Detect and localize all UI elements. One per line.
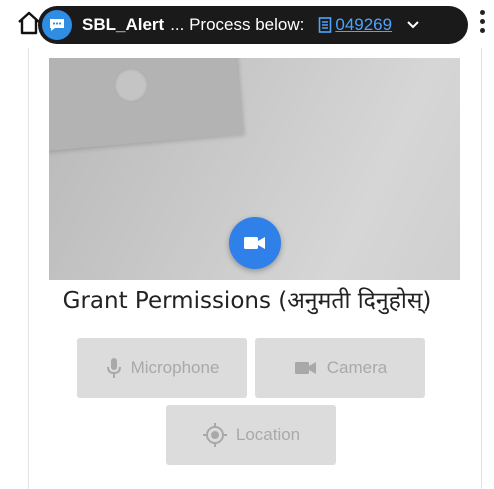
- microphone-icon: [106, 358, 121, 378]
- notification-bubble[interactable]: SBL_Alert ... Process below: 049269: [38, 6, 468, 44]
- videocam-icon: [294, 362, 316, 374]
- camera-label: Camera: [326, 358, 388, 377]
- preview-paper-object: [49, 58, 243, 152]
- videocam-icon: [244, 237, 265, 249]
- chevron-down-icon[interactable]: [406, 20, 420, 30]
- location-label: Location: [235, 425, 301, 444]
- notification-link[interactable]: 049269: [335, 15, 392, 35]
- microphone-label: Microphone: [130, 358, 220, 377]
- microphone-button[interactable]: Microphone: [77, 338, 247, 398]
- notification-message: ... Process below:: [170, 15, 305, 34]
- camera-button[interactable]: Camera: [255, 338, 425, 398]
- chat-bubble-icon: [42, 10, 72, 40]
- notification-title: SBL_Alert: [82, 15, 165, 34]
- page-title: Grant Permissions (अनुमती दिनुहोस्): [62, 288, 432, 314]
- location-target-icon: [202, 423, 227, 447]
- location-button[interactable]: Location: [166, 405, 336, 465]
- document-icon: [319, 17, 332, 33]
- camera-switch-button[interactable]: [229, 217, 281, 269]
- more-options-icon[interactable]: [480, 10, 486, 36]
